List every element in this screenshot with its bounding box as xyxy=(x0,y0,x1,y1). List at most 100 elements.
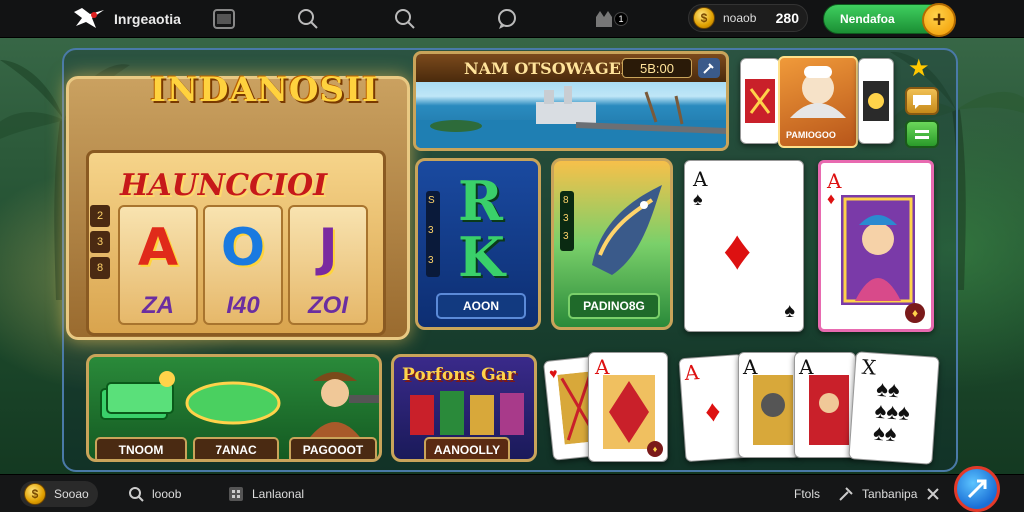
menu-button[interactable] xyxy=(905,120,939,148)
explorer-game-button[interactable]: PAGOOOT xyxy=(289,437,377,459)
cash-game-button[interactable]: TNOOM xyxy=(95,437,187,459)
coin-balance-value: 280 xyxy=(775,10,799,26)
fish-play-button[interactable]: PADINO8G xyxy=(568,293,660,319)
slot-subtitle: HAUNCCIOI xyxy=(120,168,328,203)
chat-bubble-icon xyxy=(913,95,931,109)
poker-promo-card[interactable]: PAMIOGOO xyxy=(778,56,858,148)
payline-number: 2 xyxy=(90,205,110,227)
coin-icon: $ xyxy=(24,483,46,505)
fish-slot-tile[interactable]: 8 3 3 PADINO8G xyxy=(551,158,673,330)
reel-value-3: ZOI xyxy=(308,292,348,319)
menu-icon xyxy=(915,130,929,139)
rk-symbol-k: K xyxy=(458,225,505,289)
chef-character-icon xyxy=(790,66,846,118)
card-back-left xyxy=(740,58,780,144)
reel-symbol-3: J xyxy=(318,218,338,278)
fortune-game-title: Porfons Gar xyxy=(402,365,516,385)
chip-icon: ♦ xyxy=(647,441,663,457)
reel-symbol-2: O xyxy=(220,218,266,278)
bird-logo-icon xyxy=(74,8,104,28)
close-icon xyxy=(927,488,939,500)
fortune-game-tile[interactable]: Porfons Gar AANOOLLY xyxy=(391,354,537,462)
payline-number: 8 xyxy=(90,257,110,279)
diamond-icon: ♦ xyxy=(704,394,722,429)
card-ace-of-hearts-fan: A ♦ xyxy=(588,352,668,462)
search-icon xyxy=(298,9,318,29)
featured-slot-title: INDANOSII xyxy=(150,70,379,110)
search-button-2[interactable] xyxy=(393,7,417,31)
bottom-bar: $ Sooao looob Lanlaonal Ftols Tanbanipa xyxy=(0,474,1024,512)
harbor-scene-icon xyxy=(416,86,726,148)
bottom-settings-label: Tanbanipa xyxy=(862,487,918,501)
bottom-tools-label: Ftols xyxy=(794,487,821,501)
search-icon xyxy=(395,9,415,29)
payline-number: 3 xyxy=(428,225,434,236)
search-button[interactable] xyxy=(296,7,320,31)
payline-number: 3 xyxy=(428,255,434,266)
card-back-right xyxy=(858,58,894,144)
shop-button[interactable]: 1 xyxy=(590,7,632,31)
port-banner-tile[interactable]: NAM OTSOWAGEM 5B:00 xyxy=(413,51,729,151)
queen-portrait-icon xyxy=(841,195,915,305)
explorer-character-icon xyxy=(307,372,379,441)
bottom-search-label: looob xyxy=(152,487,182,501)
deposit-label: Nendafoa xyxy=(840,12,895,26)
bottom-tools-button[interactable]: Ftols xyxy=(794,475,820,512)
chip-icon: ♦ xyxy=(905,303,925,323)
coin-icon: $ xyxy=(693,7,715,29)
notification-badge: 1 xyxy=(614,12,628,26)
chat-button[interactable] xyxy=(495,7,519,31)
card-king-fan: A xyxy=(794,352,856,458)
card-rank: A xyxy=(827,169,842,193)
bottom-lobby-button[interactable]: Lanlaonal xyxy=(228,475,304,512)
diamond-icon: ♦ xyxy=(723,218,752,281)
reel-symbol-1: A xyxy=(137,218,179,278)
bottom-lobby-label: Lanlaonal xyxy=(252,487,305,501)
card-rank: A xyxy=(683,359,700,385)
tools-icon xyxy=(839,487,853,501)
diamond-icon: ♦ xyxy=(827,191,836,208)
chat-icon xyxy=(498,9,516,29)
star-icon[interactable]: ★ xyxy=(908,54,930,83)
payline-number: S xyxy=(428,195,435,206)
search-icon xyxy=(129,487,144,502)
cash-game-tile[interactable]: TNOOM 7ANAC PAGOOOT xyxy=(86,354,382,462)
bottom-coin-button[interactable]: $ Sooao xyxy=(24,475,89,512)
rk-symbol-r: R xyxy=(458,169,503,233)
ace-of-diamonds-card[interactable]: A ♦ ♦ xyxy=(818,160,934,332)
reel-value-1: ZA xyxy=(142,292,174,319)
bottom-coin-label: Sooao xyxy=(54,487,89,501)
port-banner-value: 5B:00 xyxy=(622,58,692,78)
fortune-game-button[interactable]: AANOOLLY xyxy=(424,437,510,459)
card-jack-fan: A xyxy=(738,352,800,458)
payline-number: 3 xyxy=(90,231,110,253)
game-lobby-screen: Inrgeaotia 1 $ noaob 280 Nendafoa + INDA… xyxy=(0,0,1024,512)
poker-promo-label: PAMIOGOO xyxy=(786,130,836,140)
fortune-characters-icon xyxy=(410,391,524,435)
rk-play-button[interactable]: AOON xyxy=(436,293,526,319)
card-rank: X xyxy=(860,354,877,380)
spade-icon: ♠ xyxy=(784,300,795,322)
payline-number: 3 xyxy=(563,231,569,242)
bottom-close-button[interactable] xyxy=(926,475,940,512)
cash-game-button-2[interactable]: 7ANAC xyxy=(193,437,279,459)
spade-icon: ♠ xyxy=(693,189,703,209)
ace-of-spades-card[interactable]: A ♠ ♦ ♠ xyxy=(684,160,804,332)
coin-balance[interactable]: $ noaob 280 xyxy=(688,4,808,32)
shop-icon xyxy=(596,11,612,27)
spade-icon: ♠♠ ♠♠♠ ♠♠ xyxy=(872,375,911,447)
tools-icon[interactable] xyxy=(698,58,720,78)
top-bar: Inrgeaotia 1 $ noaob 280 Nendafoa + xyxy=(0,0,1024,38)
window-button[interactable] xyxy=(212,7,236,31)
bottom-settings-button[interactable]: Tanbanipa xyxy=(838,475,917,512)
rk-slot-tile[interactable]: S 3 3 R K AOON xyxy=(415,158,541,330)
card-rank: A xyxy=(693,167,708,191)
deposit-button[interactable]: Nendafoa + xyxy=(823,3,956,37)
fab-icon xyxy=(967,479,987,499)
port-banner-title: NAM OTSOWAGEM xyxy=(464,58,639,78)
brand[interactable]: Inrgeaotia xyxy=(72,6,181,32)
bottom-search-button[interactable]: looob xyxy=(128,475,181,512)
fab-button[interactable] xyxy=(954,466,1000,512)
payline-number: 3 xyxy=(563,213,569,224)
chat-bubble-button[interactable] xyxy=(905,87,939,115)
